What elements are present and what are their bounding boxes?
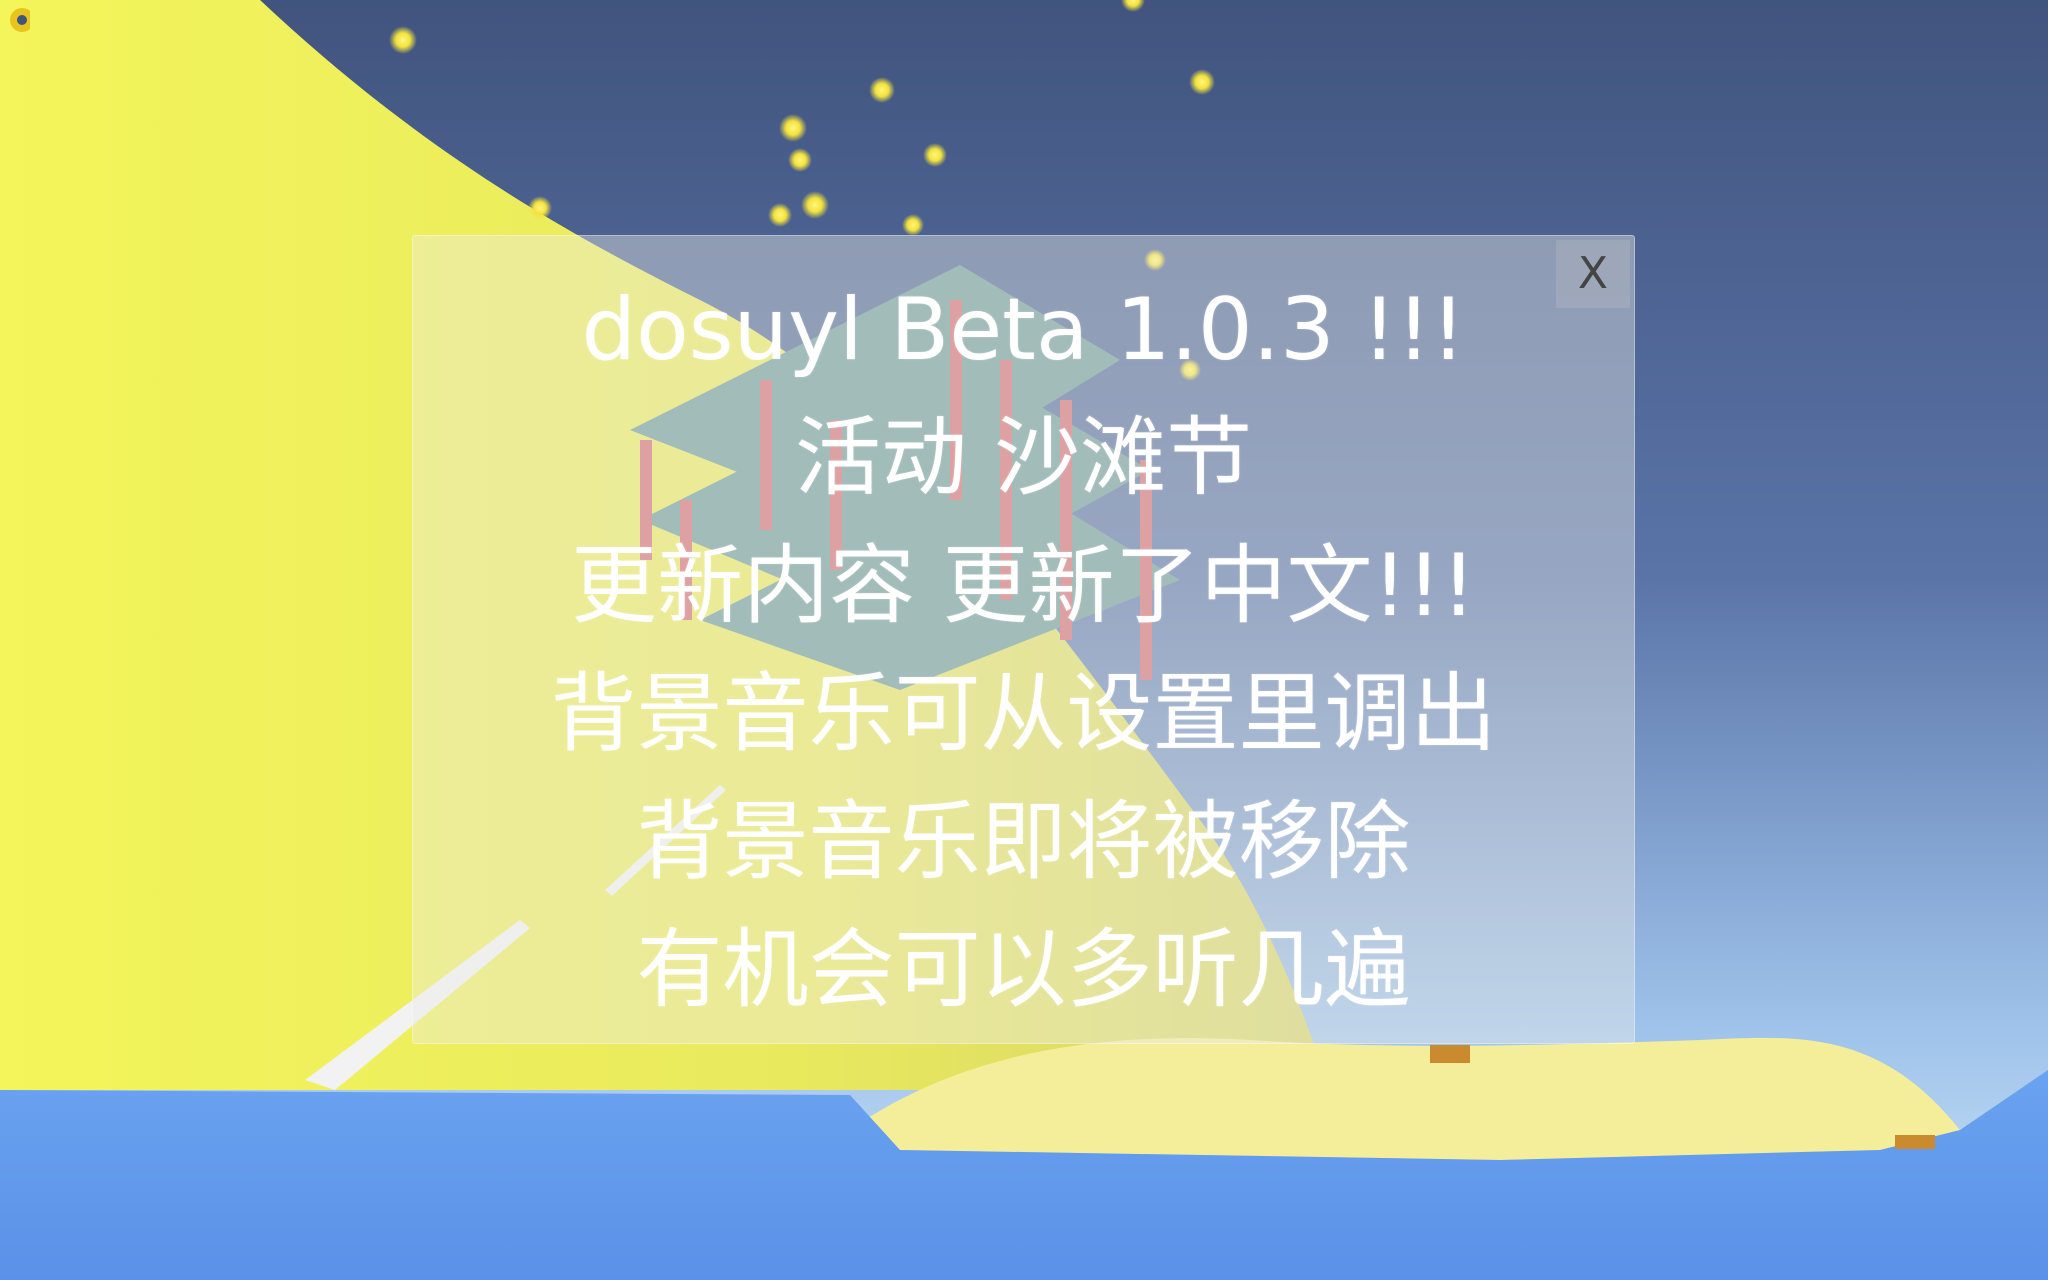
game-scene: X dosuyl Beta 1.0.3 !!! 活动 沙滩节 更新内容 更新了中… [0,0,2048,1280]
orange-post-2 [1895,1135,1935,1149]
notice-line-listen: 有机会可以多听几遍 [636,920,1411,1020]
notice-line-event: 活动 沙滩节 [794,408,1253,508]
gear-icon[interactable] [0,0,30,40]
update-notice-dialog: X dosuyl Beta 1.0.3 !!! 活动 沙滩节 更新内容 更新了中… [412,235,1635,1044]
notice-line-update: 更新内容 更新了中文!!! [571,536,1476,636]
notice-line-version: dosuyl Beta 1.0.3 !!! [581,280,1466,380]
notice-line-music-settings: 背景音乐可从设置里调出 [550,664,1497,764]
notice-line-music-removal: 背景音乐即将被移除 [636,792,1411,892]
notice-text: dosuyl Beta 1.0.3 !!! 活动 沙滩节 更新内容 更新了中文!… [413,266,1634,1034]
orange-post [1430,1045,1470,1063]
